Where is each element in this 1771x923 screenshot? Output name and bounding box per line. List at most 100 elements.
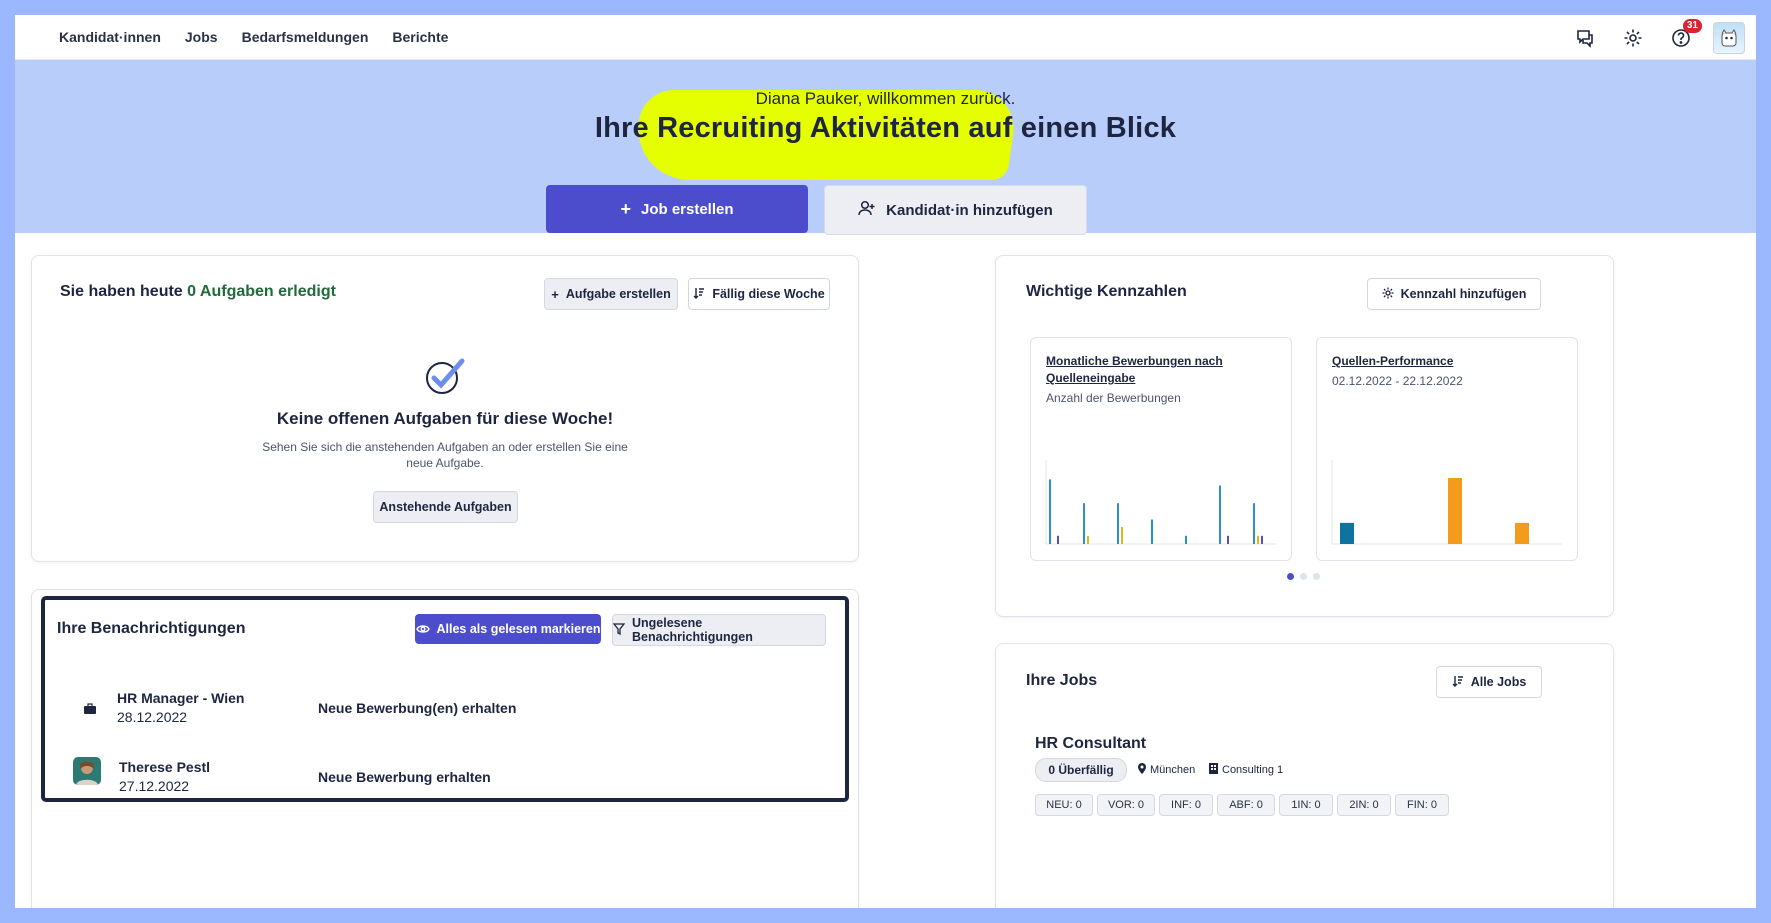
create-job-label: Job erstellen: [640, 200, 734, 218]
stage-pill[interactable]: NEU: 0: [1035, 794, 1093, 816]
notification-message: Neue Bewerbung erhalten: [318, 769, 491, 785]
chart-bar: [1057, 535, 1059, 544]
chart-bar: [1253, 503, 1255, 544]
stage-pill[interactable]: 1IN: 0: [1279, 794, 1333, 816]
due-this-week-button[interactable]: Fällig diese Woche: [688, 278, 830, 310]
tasks-title-prefix: Sie haben heute: [60, 283, 183, 300]
add-candidate-button[interactable]: Kandidat·in hinzufügen: [824, 185, 1087, 235]
carousel-dot-active[interactable]: [1287, 573, 1294, 580]
chart-bar: [1087, 535, 1089, 544]
notifications-focus-outline: Ihre Benachrichtigungen Alles als gelese…: [41, 596, 849, 802]
kpi-card-title: Wichtige Kennzahlen: [1026, 283, 1187, 300]
job-location: München: [1138, 763, 1195, 777]
carousel-dot[interactable]: [1313, 573, 1320, 580]
notification-date: 28.12.2022: [117, 709, 188, 725]
unread-notifications-label: Ungelesene Benachrichtigungen: [632, 616, 753, 644]
stage-pill[interactable]: VOR: 0: [1097, 794, 1155, 816]
mark-all-read-button[interactable]: Alles als gelesen markieren: [415, 614, 601, 644]
notification-date: 27.12.2022: [119, 778, 190, 794]
plus-icon: +: [620, 198, 631, 219]
job-department: Consulting 1: [1209, 763, 1283, 777]
empty-state-text-line2: neue Aufgabe.: [406, 456, 484, 470]
nav-item-reports[interactable]: Berichte: [392, 29, 448, 45]
source-performance-chart: [1331, 460, 1562, 545]
stage-pill[interactable]: INF: 0: [1159, 794, 1213, 816]
kpi-chart-title-line2[interactable]: Quelleneingabe: [1046, 371, 1135, 385]
kpi-chart-title-line1[interactable]: Monatliche Bewerbungen nach: [1046, 354, 1223, 368]
chart-bar: [1117, 503, 1119, 544]
upcoming-tasks-label: Anstehende Aufgaben: [379, 500, 512, 514]
notification-message: Neue Bewerbung(en) erhalten: [318, 700, 517, 716]
top-navigation: Kandidat·innen Jobs Bedarfsmeldungen Ber…: [15, 15, 1756, 60]
carousel-dot[interactable]: [1300, 573, 1307, 580]
kpi-chart-card[interactable]: Monatliche Bewerbungen nach Quelleneinga…: [1030, 337, 1292, 561]
mark-all-read-label: Alles als gelesen markieren: [436, 622, 601, 636]
welcome-greeting: Diana Pauker, willkommen zurück.: [755, 89, 1016, 108]
create-job-button[interactable]: + Job erstellen: [546, 185, 808, 233]
chart-bar: [1121, 527, 1123, 544]
overdue-badge: 0 Überfällig: [1035, 758, 1127, 782]
chart-bar: [1257, 535, 1259, 544]
chart-bar: [1227, 535, 1229, 544]
nav-item-jobs[interactable]: Jobs: [185, 29, 218, 45]
check-icon: [32, 356, 858, 401]
all-jobs-label: Alle Jobs: [1470, 675, 1527, 689]
job-title[interactable]: HR Consultant: [1035, 735, 1146, 753]
add-person-icon: [858, 200, 876, 221]
user-avatar[interactable]: [1712, 21, 1746, 55]
kpi-card: Wichtige Kennzahlen Kennzahl hinzufügen …: [995, 255, 1614, 617]
add-candidate-label: Kandidat·in hinzufügen: [886, 201, 1053, 219]
sort-icon: [1452, 675, 1464, 690]
app-frame: Kandidat·innen Jobs Bedarfsmeldungen Ber…: [15, 15, 1756, 908]
page-title: Ihre Recruiting Aktivitäten auf einen Bl…: [594, 112, 1177, 144]
notification-count-badge: 31: [1682, 19, 1702, 33]
create-task-button[interactable]: + Aufgabe erstellen: [544, 278, 678, 310]
add-kpi-button[interactable]: Kennzahl hinzufügen: [1367, 278, 1541, 310]
jobs-card-title: Ihre Jobs: [1026, 672, 1098, 689]
gear-icon: [1382, 287, 1394, 302]
briefcase-icon: [83, 702, 97, 720]
gear-icon[interactable]: [1616, 21, 1650, 55]
kpi-chart-title-line1[interactable]: Quellen-Performance: [1332, 354, 1453, 368]
upcoming-tasks-button[interactable]: Anstehende Aufgaben: [373, 491, 518, 523]
unread-notifications-button[interactable]: Ungelesene Benachrichtigungen: [612, 614, 826, 646]
kpi-chart-card[interactable]: Quellen-Performance 02.12.2022 - 22.12.2…: [1316, 337, 1578, 561]
tasks-card: Sie haben heute 0 Aufgaben erledigt + Au…: [31, 255, 859, 562]
nav-item-candidates[interactable]: Kandidat·innen: [59, 29, 161, 45]
chart-bar: [1515, 522, 1529, 544]
kpi-chart-subtitle: 02.12.2022 - 22.12.2022: [1332, 374, 1463, 388]
stage-pill[interactable]: ABF: 0: [1217, 794, 1275, 816]
chart-bar: [1261, 535, 1263, 544]
chart-bar: [1340, 522, 1354, 544]
due-this-week-label: Fällig diese Woche: [712, 287, 825, 301]
plus-icon: +: [551, 286, 559, 302]
empty-state-text-line1: Sehen Sie sich die anstehenden Aufgaben …: [262, 440, 628, 454]
location-pin-icon: [1138, 763, 1146, 777]
chart-bar: [1448, 478, 1462, 544]
notification-source: Therese Pestl: [119, 759, 211, 775]
help-icon[interactable]: 31: [1664, 19, 1702, 55]
create-task-label: Aufgabe erstellen: [565, 287, 671, 301]
job-location-label: München: [1150, 764, 1196, 776]
chat-icon[interactable]: [1568, 21, 1602, 55]
stage-pill[interactable]: 2IN: 0: [1337, 794, 1391, 816]
sort-icon: [693, 287, 705, 302]
building-icon: [1209, 763, 1218, 777]
nav-menu: Kandidat·innen Jobs Bedarfsmeldungen Ber…: [15, 29, 472, 45]
tasks-done-count: 0 Aufgaben erledigt: [187, 283, 336, 300]
notification-item[interactable]: Therese Pestl 27.12.2022 Neue Bewerbung …: [45, 750, 835, 794]
chart-bar: [1219, 485, 1221, 544]
chart-bar: [1049, 479, 1051, 544]
chart-bar: [1083, 503, 1085, 544]
notification-item[interactable]: HR Manager - Wien 28.12.2022 Neue Bewerb…: [45, 680, 835, 730]
all-jobs-button[interactable]: Alle Jobs: [1436, 666, 1542, 698]
nav-actions: 31: [1554, 19, 1746, 55]
notifications-title: Ihre Benachrichtigungen: [57, 620, 246, 637]
applications-by-source-chart: [1045, 460, 1276, 545]
nav-item-requisitions[interactable]: Bedarfsmeldungen: [242, 29, 369, 45]
job-department-label: Consulting 1: [1222, 764, 1284, 776]
chart-bar: [1185, 535, 1187, 544]
jobs-card: Ihre Jobs Alle Jobs HR Consultant 0 Über…: [995, 643, 1614, 908]
stage-pill[interactable]: FIN: 0: [1395, 794, 1449, 816]
add-kpi-label: Kennzahl hinzufügen: [1400, 287, 1527, 301]
